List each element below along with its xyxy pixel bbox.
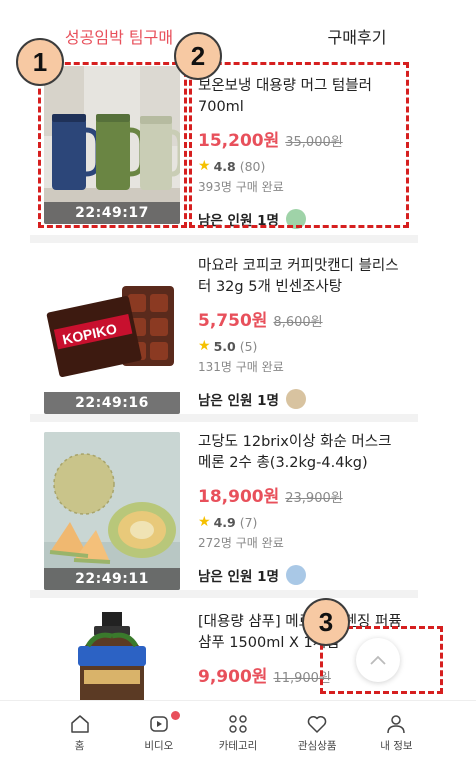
rating-value: 5.0: [213, 338, 236, 354]
annotation-badge-2: 2: [174, 32, 222, 80]
nav-label: 카테고리: [218, 740, 258, 752]
nav-label: 홈: [74, 740, 85, 752]
annotation-badge-1: 1: [16, 38, 64, 86]
review-count: (5): [239, 338, 258, 354]
purchase-count: 131명 구매 완료: [198, 360, 284, 374]
notification-dot: [171, 711, 181, 720]
original-price: 8,600원: [273, 315, 323, 330]
user-icon: [387, 715, 406, 734]
countdown-timer: 22:49:16: [44, 392, 180, 414]
sale-price: 5,750원: [198, 311, 268, 331]
product-title[interactable]: 마요라 코피코 커피맛캔디 블리스터 32g 5개 빈센조사탕: [198, 256, 408, 298]
nav-home[interactable]: 홈: [40, 701, 119, 759]
countdown-timer: 22:49:11: [44, 568, 180, 590]
video-icon: [150, 716, 168, 732]
melon-illustration: [44, 432, 180, 590]
highlight-product-image: [38, 62, 187, 228]
remaining-people: 남은 인원 1명: [198, 569, 279, 585]
category-icon: [229, 715, 247, 733]
remaining-people: 남은 인원 1명: [198, 393, 279, 409]
tab-reviews[interactable]: 구매후기: [238, 0, 476, 58]
avatar: [285, 389, 306, 409]
divider: [30, 414, 418, 422]
tab-bar: 성공임박 팀구매 구매후기: [0, 0, 476, 58]
original-price: 23,900원: [285, 491, 343, 506]
nav-wishlist[interactable]: 관심상품: [278, 701, 357, 759]
nav-my-info[interactable]: 내 정보: [357, 701, 436, 759]
nav-label: 내 정보: [380, 740, 413, 752]
avatar: [285, 565, 306, 585]
divider: [30, 590, 418, 598]
heart-icon: [307, 716, 327, 733]
nav-video[interactable]: 비디오: [119, 701, 198, 759]
bottom-nav: 홈 비디오 카테고리 관심상품 내 정보: [0, 700, 476, 759]
nav-category[interactable]: 카테고리: [198, 701, 277, 759]
purchase-count: 272명 구매 완료: [198, 536, 284, 550]
divider: [30, 235, 418, 243]
star-icon: ★: [198, 514, 211, 530]
product-image-melon[interactable]: 22:49:11: [44, 432, 180, 590]
product-image-shampoo[interactable]: [44, 612, 180, 708]
nav-label: 비디오: [144, 740, 174, 752]
rating-value: 4.9: [213, 514, 236, 530]
sale-price: 18,900원: [198, 487, 280, 507]
annotation-badge-3: 3: [302, 598, 350, 646]
product-title[interactable]: 고당도 12brix이상 화순 머스크 메론 2수 총(3.2kg-4.4kg): [198, 432, 408, 474]
home-icon: [70, 715, 89, 733]
product-image-kopiko[interactable]: KOPIKO 22:49:16: [44, 256, 180, 414]
scroll-to-top-button[interactable]: [356, 638, 400, 682]
star-icon: ★: [198, 338, 211, 354]
review-count: (7): [239, 514, 258, 530]
highlight-product-info: [189, 62, 409, 228]
nav-label: 관심상품: [297, 740, 337, 752]
shampoo-illustration: [44, 612, 180, 708]
chevron-up-icon: [370, 655, 386, 665]
sale-price: 9,900원: [198, 667, 268, 687]
